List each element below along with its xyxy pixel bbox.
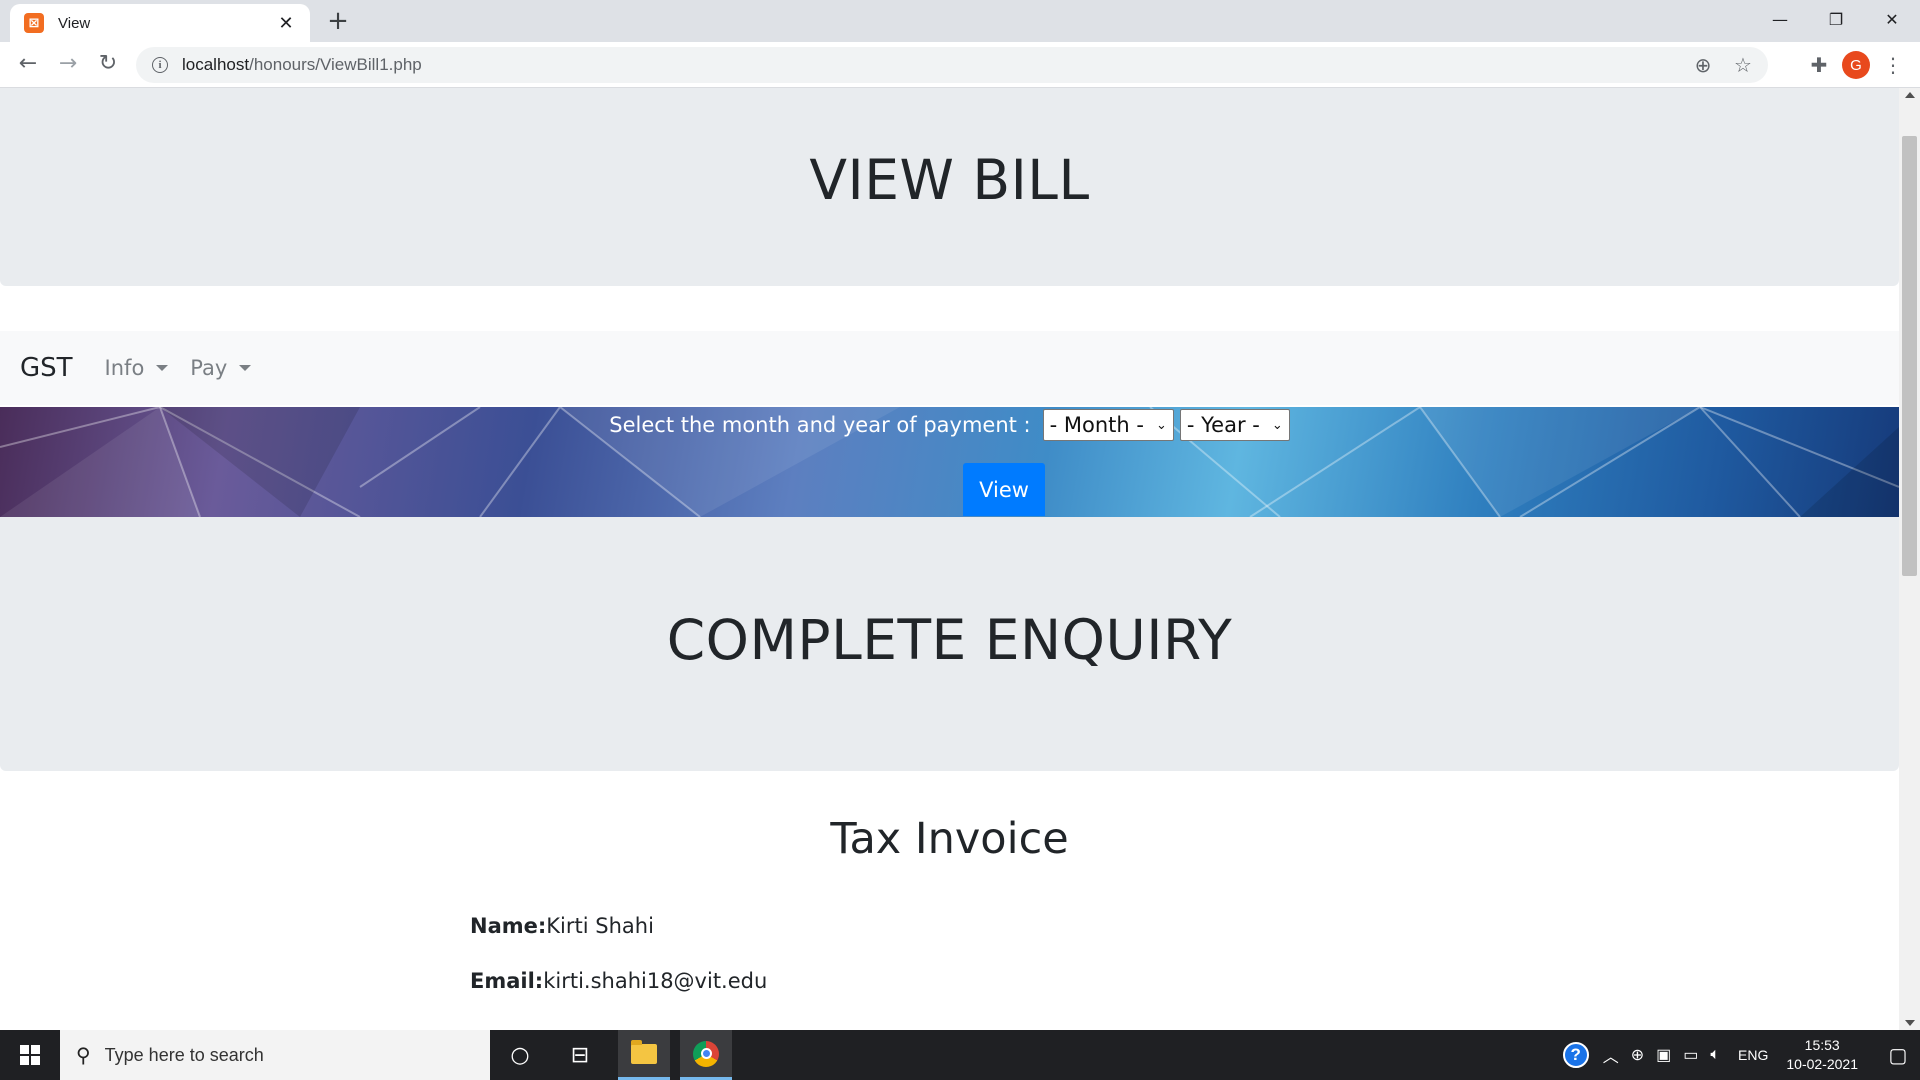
address-bar[interactable]: i localhost/honours/ViewBill1.php ⊕ ☆: [136, 47, 1768, 83]
restore-button[interactable]: ❐: [1808, 0, 1864, 38]
search-icon: ⚲: [76, 1043, 91, 1067]
page-title: VIEW BILL: [809, 148, 1090, 212]
url-text[interactable]: localhost/honours/ViewBill1.php: [182, 55, 422, 75]
info-icon[interactable]: i: [152, 57, 168, 73]
xampp-favicon-icon: ⊠: [24, 13, 44, 33]
page-scrollbar[interactable]: [1899, 88, 1920, 1030]
name-label: Name:: [470, 914, 547, 938]
task-view-icon[interactable]: ⊟: [554, 1030, 606, 1080]
star-icon[interactable]: ☆: [1730, 52, 1756, 78]
browser-toolbar: ← → ↻ i localhost/honours/ViewBill1.php …: [0, 42, 1920, 88]
year-selected-value: - Year -: [1186, 413, 1260, 437]
cortana-icon[interactable]: ○: [494, 1030, 546, 1080]
nav-item-pay[interactable]: Pay: [190, 356, 252, 380]
window-controls: — ❐ ✕: [1752, 0, 1920, 42]
windows-taskbar: ⚲ Type here to search ○ ⊟ ? ︿ ⊕ ▣ ▭ 🔈︎ E…: [0, 1030, 1920, 1080]
section-title: COMPLETE ENQUIRY: [666, 608, 1233, 672]
header-jumbotron: VIEW BILL: [0, 88, 1899, 286]
dropdown-caret-icon: [156, 365, 169, 371]
url-host: localhost: [182, 55, 250, 74]
page-viewport: VIEW BILL GST Info Pay Select the month …: [0, 88, 1899, 1030]
minimize-button[interactable]: —: [1752, 0, 1808, 38]
search-placeholder: Type here to search: [104, 1044, 264, 1065]
extensions-icon[interactable]: ✚: [1806, 52, 1832, 78]
scroll-up-icon[interactable]: [1905, 92, 1915, 98]
volume-icon[interactable]: 🔈︎: [1710, 1046, 1720, 1064]
menu-icon[interactable]: ⋮: [1880, 52, 1906, 78]
dropdown-caret-icon: [239, 365, 252, 371]
system-tray: ? ︿ ⊕ ▣ ▭ 🔈︎ ENG 15:53 10-02-2021 ▢: [1562, 1030, 1920, 1080]
scroll-down-icon[interactable]: [1905, 1020, 1915, 1026]
email-value: kirti.shahi18@vit.edu: [543, 969, 768, 993]
month-select[interactable]: - Month - ⌄: [1042, 409, 1174, 441]
tab-title: View: [58, 14, 91, 32]
profile-avatar[interactable]: G: [1842, 51, 1870, 79]
view-button[interactable]: View: [963, 463, 1045, 516]
start-button[interactable]: [0, 1030, 60, 1080]
taskbar-search[interactable]: ⚲ Type here to search: [60, 1030, 490, 1080]
year-select[interactable]: - Year - ⌄: [1179, 409, 1290, 441]
omnibox-actions: ⊕ ☆: [1690, 47, 1756, 83]
navbar-brand[interactable]: GST: [20, 353, 73, 383]
windows-logo-icon: [20, 1045, 40, 1065]
chevron-down-icon: ⌄: [1155, 417, 1167, 433]
tab-close-icon[interactable]: ✕: [274, 13, 298, 34]
notification-icon[interactable]: ▢: [1876, 1030, 1920, 1080]
zoom-icon[interactable]: ⊕: [1690, 52, 1716, 78]
filter-banner: Select the month and year of payment : -…: [0, 407, 1899, 517]
filter-row: Select the month and year of payment : -…: [0, 407, 1899, 443]
clock-date: 10-02-2021: [1786, 1056, 1858, 1072]
help-icon[interactable]: ?: [1562, 1042, 1589, 1068]
chevron-up-icon[interactable]: ︿: [1603, 1043, 1619, 1067]
site-navbar: GST Info Pay: [0, 331, 1899, 405]
browser-tab-strip: ⊠ View ✕ + — ❐ ✕: [0, 0, 1920, 42]
url-path: /honours/ViewBill1.php: [249, 55, 422, 74]
nav-item-label: Info: [104, 356, 145, 380]
new-tab-button[interactable]: +: [322, 6, 354, 38]
name-value: Kirti Shahi: [546, 914, 654, 938]
email-label: Email:: [470, 969, 544, 993]
chevron-down-icon: ⌄: [1271, 417, 1283, 433]
chrome-taskbar-icon[interactable]: [680, 1030, 732, 1080]
reload-icon[interactable]: ↻: [94, 51, 122, 79]
back-icon[interactable]: ←: [14, 51, 42, 79]
browser-tab[interactable]: ⊠ View ✕: [10, 4, 310, 42]
forward-icon[interactable]: →: [54, 51, 82, 79]
invoice-title: Tax Invoice: [830, 814, 1069, 864]
network-icon[interactable]: ⊕: [1631, 1045, 1644, 1065]
enquiry-jumbotron: COMPLETE ENQUIRY: [0, 517, 1899, 771]
device-icon[interactable]: ▣: [1656, 1045, 1671, 1065]
filter-label: Select the month and year of payment :: [609, 413, 1031, 437]
scroll-thumb[interactable]: [1902, 136, 1917, 576]
month-selected-value: - Month -: [1049, 413, 1144, 437]
language-indicator[interactable]: ENG: [1738, 1047, 1768, 1063]
close-window-button[interactable]: ✕: [1864, 0, 1920, 38]
file-explorer-icon[interactable]: [618, 1030, 670, 1080]
nav-item-label: Pay: [190, 356, 228, 380]
clock-time: 15:53: [1804, 1037, 1840, 1053]
invoice-email-field: Email:kirti.shahi18@vit.edu: [470, 969, 767, 993]
battery-icon[interactable]: ▭: [1683, 1045, 1698, 1065]
invoice-name-field: Name:Kirti Shahi: [470, 914, 654, 938]
clock[interactable]: 15:53 10-02-2021: [1786, 1036, 1858, 1074]
extension-area: ✚ G ⋮: [1806, 47, 1920, 83]
nav-item-info[interactable]: Info: [105, 356, 169, 380]
